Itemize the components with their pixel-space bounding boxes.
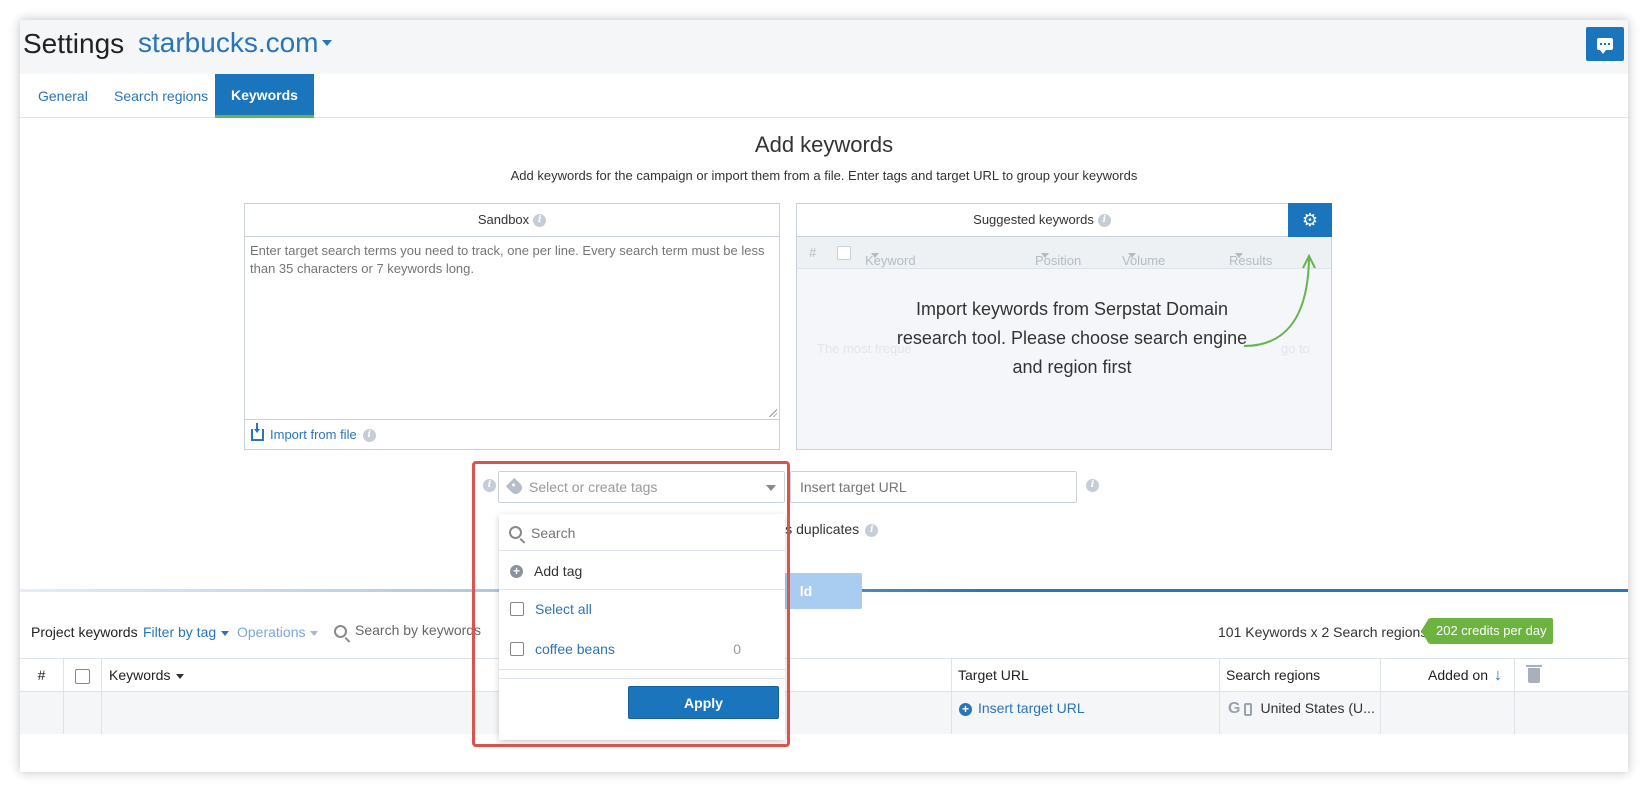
domain-name: starbucks.com <box>138 27 319 58</box>
google-icon: G <box>1228 700 1241 718</box>
col-header-search-regions: Search regions <box>1220 659 1381 692</box>
import-from-file-link[interactable]: Import from file i <box>245 419 779 449</box>
info-icon[interactable]: i <box>533 214 547 228</box>
credits-summary: 101 Keywords x 2 Search regions = <box>1218 624 1440 640</box>
chevron-down-icon <box>321 39 332 46</box>
gear-icon: ⚙ <box>1301 209 1319 230</box>
col-num: # <box>809 245 817 260</box>
col-header-checkbox <box>64 659 102 692</box>
import-label: Import from file <box>270 427 357 442</box>
sandbox-textarea[interactable] <box>245 237 779 419</box>
info-icon[interactable]: i <box>362 429 376 443</box>
highlight-box <box>472 461 790 747</box>
sandbox-header: Sandbox i <box>245 204 779 237</box>
plus-circle-icon: + <box>959 702 972 716</box>
chevron-down-icon <box>310 630 319 636</box>
sort-arrow-down-icon: ↓ <box>1494 667 1502 684</box>
project-keywords-label: Project keywords <box>31 624 138 640</box>
settings-header: Settings starbucks.com <box>20 20 1628 74</box>
tab-general[interactable]: General <box>38 74 88 118</box>
target-url-input[interactable] <box>790 471 1077 503</box>
domain-selector[interactable]: starbucks.com <box>138 27 332 59</box>
download-icon <box>251 422 264 441</box>
search-icon <box>334 624 347 638</box>
credits-badge: 202 credits per day <box>1421 618 1553 644</box>
sort-caret-icon <box>1041 253 1049 258</box>
add-keywords-subtitle: Add keywords for the campaign or import … <box>510 168 1138 183</box>
select-all-checkbox <box>837 246 851 260</box>
page-title: Settings <box>23 28 125 59</box>
sort-caret-icon <box>1128 253 1136 258</box>
tab-search-regions[interactable]: Search regions <box>114 74 208 118</box>
select-all-rows-checkbox[interactable] <box>75 668 90 684</box>
tab-keywords[interactable]: Keywords <box>215 74 314 118</box>
chat-button[interactable] <box>1586 27 1624 61</box>
curved-arrow-icon <box>1243 253 1316 347</box>
info-icon[interactable]: i <box>865 523 879 537</box>
col-header-num: # <box>20 659 64 692</box>
trash-icon[interactable] <box>1526 665 1542 683</box>
sandbox-panel: Sandboxi Import from filei <box>244 203 780 450</box>
col-header-added-on[interactable]: Added on ↓ <box>1381 659 1515 692</box>
row-search-region: G United States (U... <box>1220 692 1381 734</box>
mobile-icon <box>1244 702 1253 716</box>
table-row: + Insert target URL G United States (U... <box>20 692 1628 734</box>
settings-window: Settings starbucks.com General Search re… <box>20 20 1628 772</box>
sort-caret-icon <box>871 253 879 258</box>
resize-handle-icon[interactable] <box>769 409 777 417</box>
settings-tabs: General Search regions Keywords <box>20 74 1628 118</box>
suggested-header: Suggested keywords i <box>797 204 1331 237</box>
operations-dropdown[interactable]: Operations <box>237 624 319 640</box>
sandbox-title: Sandbox <box>477 212 530 227</box>
project-keywords-toolbar: Project keywords Filter by tag Operation… <box>20 610 1628 658</box>
chevron-down-icon <box>221 630 230 636</box>
url-info-icon[interactable]: i <box>1086 479 1099 492</box>
keywords-table-header: # Keywords Target URL Search regions Add… <box>20 658 1628 692</box>
keyword-search[interactable]: Search by keywords <box>334 622 481 638</box>
info-icon[interactable]: i <box>1097 214 1111 228</box>
suggested-title: Suggested keywords <box>973 212 1094 227</box>
suggested-message: Import keywords from Serpstat Domain res… <box>896 299 1248 377</box>
sort-caret-icon <box>176 673 185 679</box>
col-header-target-url: Target URL <box>952 659 1220 692</box>
add-keywords-title: Add keywords <box>754 132 894 157</box>
insert-target-url-link[interactable]: + Insert target URL <box>952 692 1220 734</box>
chat-bubble-icon <box>1597 38 1613 54</box>
filter-by-tag-dropdown[interactable]: Filter by tag <box>143 624 230 640</box>
suggested-settings-button[interactable]: ⚙ <box>1288 203 1332 237</box>
